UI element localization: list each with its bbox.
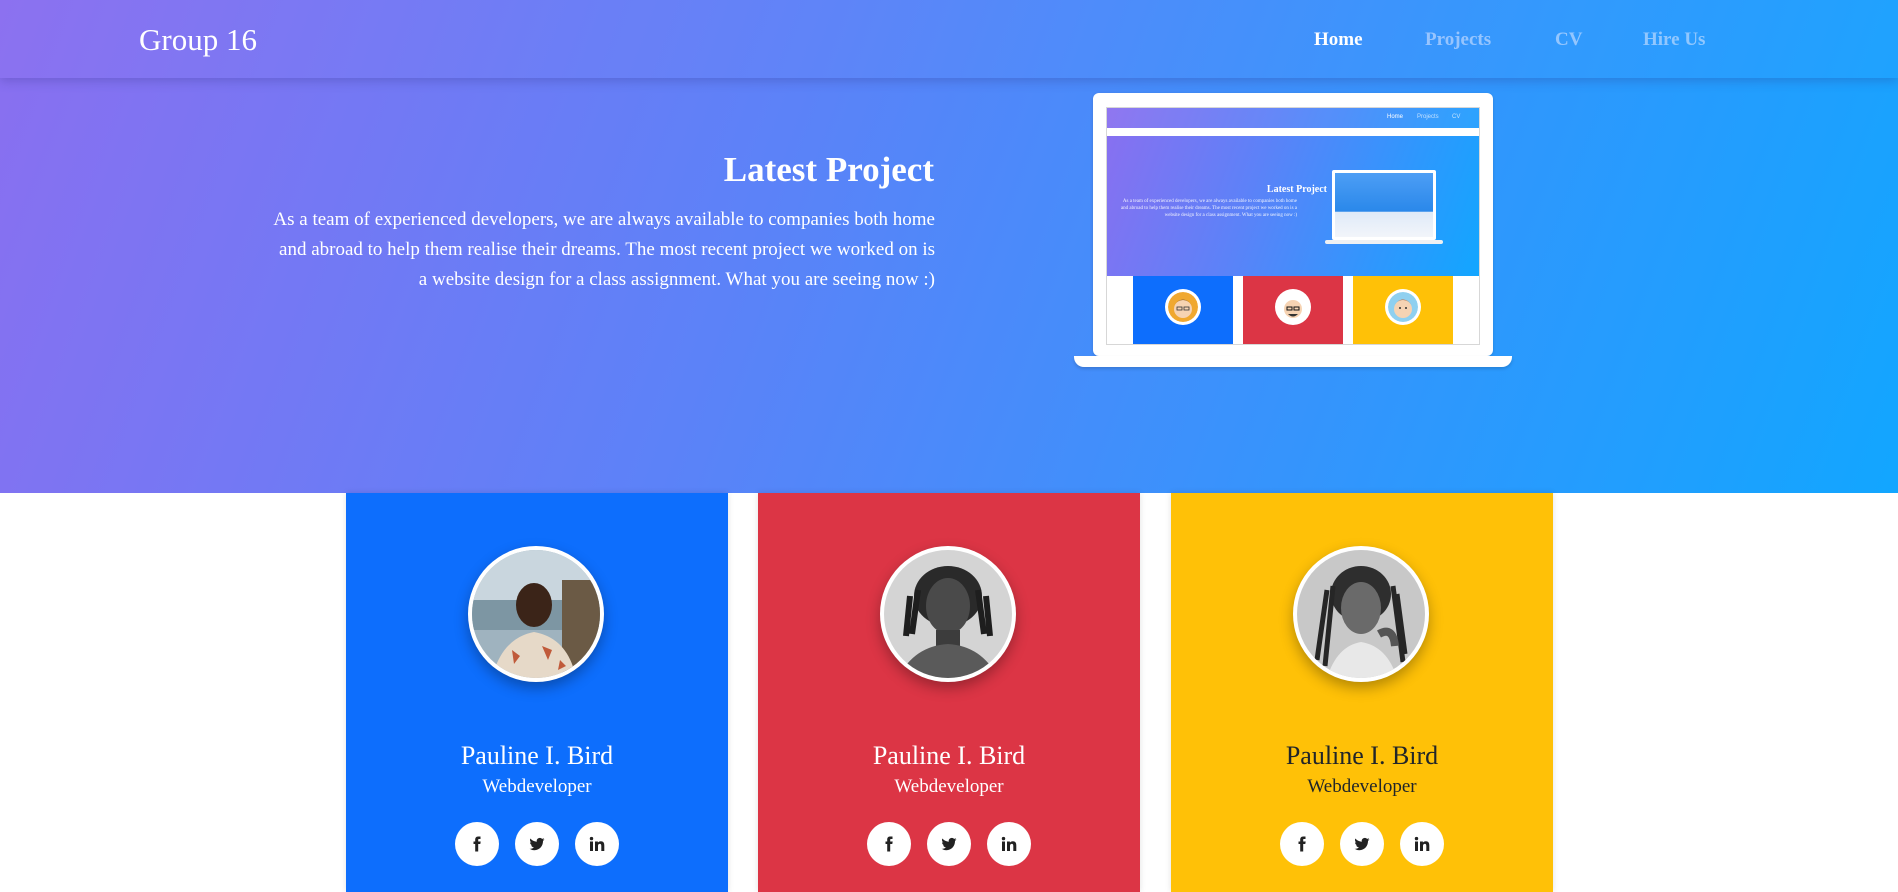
mockup-nav-cv: CV <box>1452 114 1461 120</box>
member-photo <box>884 550 1012 678</box>
linkedin-icon <box>1001 836 1017 851</box>
nav-cv[interactable]: CV <box>1555 29 1582 51</box>
linkedin-icon <box>589 836 605 851</box>
member-name: Pauline I. Bird <box>872 741 1026 770</box>
mockup-navbar: Home Projects CV <box>1107 108 1479 128</box>
mockup-nested-laptop-base <box>1325 240 1443 244</box>
member-name: Pauline I. Bird <box>460 741 614 770</box>
linkedin-icon <box>1414 836 1430 851</box>
avatar <box>468 546 604 682</box>
mockup-card-yellow <box>1353 276 1453 344</box>
mockup-card-blue <box>1133 276 1233 344</box>
twitter-button[interactable] <box>927 822 971 866</box>
navbar: Group 16 Home Projects CV Hire Us <box>0 0 1898 78</box>
hero-title: Latest Project <box>723 150 934 189</box>
team-card-1: Pauline I. Bird Webdeveloper <box>346 493 728 892</box>
member-name: Pauline I. Bird <box>1285 741 1439 770</box>
hero-description: As a team of experienced developers, we … <box>273 209 935 290</box>
facebook-icon <box>473 836 481 852</box>
mockup-hero: Home Projects CV Latest Project As a tea… <box>1107 108 1479 276</box>
mockup-nav-projects: Projects <box>1417 114 1439 120</box>
facebook-button[interactable] <box>455 822 499 866</box>
twitter-icon <box>529 837 545 851</box>
twitter-button[interactable] <box>515 822 559 866</box>
cartoon-avatar-icon <box>1385 289 1421 325</box>
nav-hire-us[interactable]: Hire Us <box>1643 29 1705 51</box>
nav-home[interactable]: Home <box>1314 29 1363 51</box>
facebook-icon <box>885 836 893 852</box>
facebook-button[interactable] <box>1280 822 1324 866</box>
team-card-2: Pauline I. Bird Webdeveloper <box>758 493 1140 892</box>
mockup-nested-screen <box>1335 173 1433 237</box>
member-photo <box>472 550 600 678</box>
linkedin-button[interactable] <box>987 822 1031 866</box>
member-role: Webdeveloper <box>894 776 1004 797</box>
cartoon-avatar-icon <box>1165 289 1201 325</box>
laptop-base <box>1074 356 1512 367</box>
cartoon-avatar-icon <box>1275 289 1311 325</box>
hero-section: Group 16 Home Projects CV Hire Us Latest… <box>0 0 1898 493</box>
member-photo <box>1297 550 1425 678</box>
mockup-nested-laptop <box>1332 170 1436 240</box>
twitter-button[interactable] <box>1340 822 1384 866</box>
facebook-icon <box>1298 836 1306 852</box>
nav-projects[interactable]: Projects <box>1425 29 1491 51</box>
facebook-button[interactable] <box>867 822 911 866</box>
mockup-nav-home: Home <box>1387 114 1404 120</box>
member-role: Webdeveloper <box>482 776 592 797</box>
linkedin-button[interactable] <box>1400 822 1444 866</box>
twitter-icon <box>1354 837 1370 851</box>
avatar <box>880 546 1016 682</box>
mockup-screenshot: Home Projects CV Latest Project As a tea… <box>1106 107 1480 345</box>
mockup-description: As a team of experienced developers, we … <box>1120 199 1297 218</box>
laptop-mockup: Home Projects CV Latest Project As a tea… <box>1093 93 1493 356</box>
avatar <box>1293 546 1429 682</box>
twitter-icon <box>941 837 957 851</box>
team-card-3: Pauline I. Bird Webdeveloper <box>1171 493 1553 892</box>
mockup-nav-shadow <box>1107 128 1479 136</box>
mockup-card-red <box>1243 276 1343 344</box>
member-role: Webdeveloper <box>1307 776 1417 797</box>
mockup-title: Latest Project <box>1266 184 1327 195</box>
brand-logo[interactable]: Group 16 <box>139 22 257 58</box>
linkedin-button[interactable] <box>575 822 619 866</box>
